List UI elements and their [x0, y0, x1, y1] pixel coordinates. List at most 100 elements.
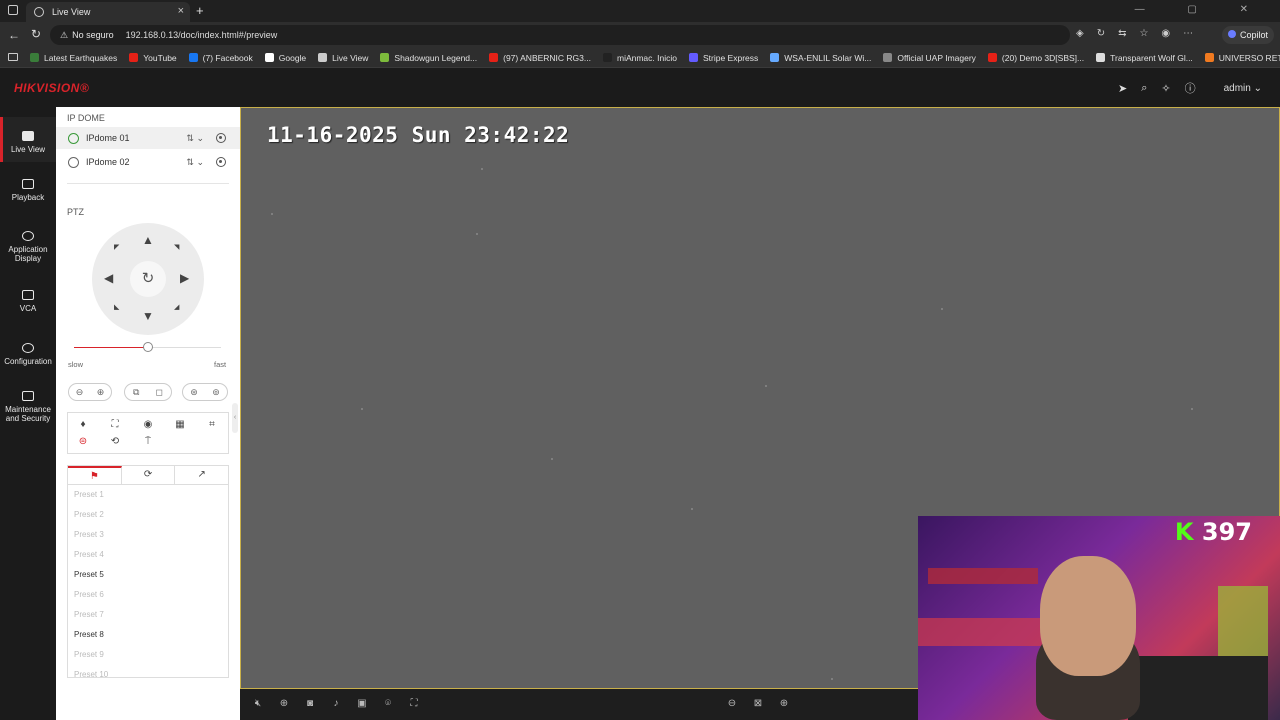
bookmark-item[interactable]: miAnmac. Inicio	[602, 53, 677, 63]
bookmark-item[interactable]: (7) Facebook	[188, 53, 253, 63]
capture-icon[interactable]: ◙	[304, 698, 316, 710]
bookmark-item[interactable]: (97) ANBERNIC RG3...	[489, 53, 591, 63]
next-icon[interactable]: ⊕	[778, 698, 790, 710]
tab-patterns[interactable]: ↗	[175, 466, 228, 484]
preset-item[interactable]: Preset 2	[68, 505, 228, 525]
video-noise-speck	[831, 678, 833, 680]
zoom-out-icon[interactable]: ⊖	[76, 387, 84, 398]
record-icon[interactable]	[216, 133, 226, 143]
speed-fast-label: fast	[214, 360, 227, 369]
previous-icon[interactable]: ⊖	[726, 698, 738, 710]
browser-toolbar-icons[interactable]: ◈↻⇆☆◉⋯	[1076, 28, 1206, 39]
user-name: admin	[1223, 82, 1251, 94]
bookmark-item[interactable]: Stripe Express	[688, 53, 758, 63]
nav-maintenance[interactable]: Maintenance and Security	[0, 391, 56, 423]
arrow-up-left-icon[interactable]: ◤	[114, 243, 119, 251]
digital-zoom-icon[interactable]: ⊕	[278, 698, 290, 710]
wiper-icon[interactable]: ◉	[142, 419, 154, 431]
browser-tab-live-view[interactable]: Live View ×	[26, 2, 190, 22]
arrow-down-icon[interactable]: ▼	[142, 309, 154, 323]
microphone-icon[interactable]: ♪	[330, 698, 342, 710]
video-noise-speck	[765, 385, 767, 387]
auto-scan-icon[interactable]: ↻	[130, 261, 166, 297]
nav-application-display[interactable]: Application Display	[0, 231, 56, 263]
bookmark-item[interactable]: YouTube	[129, 53, 177, 63]
preset-item[interactable]: Preset 9	[68, 645, 228, 665]
tab-patrols[interactable]: ⟳	[122, 466, 176, 484]
preset-item[interactable]: Preset 8	[68, 625, 228, 645]
light-icon[interactable]: ♦	[77, 419, 89, 431]
bookmarks-menu-icon[interactable]	[8, 53, 18, 61]
bookmark-item[interactable]: (20) Demo 3D[SBS]...	[987, 53, 1084, 63]
bookmark-item[interactable]: UNIVERSO RETRO...	[1204, 53, 1280, 63]
copilot-button[interactable]: Copilot	[1222, 26, 1275, 44]
user-menu[interactable]: admin ⌄	[1210, 83, 1262, 94]
audio-mute-icon[interactable]: 🔇︎	[252, 698, 264, 710]
menu-icon[interactable]: ⍑	[142, 436, 154, 448]
park-action-icon[interactable]: ⟲	[109, 436, 121, 448]
bookmark-item[interactable]: Shadowgun Legend...	[380, 53, 477, 63]
arrow-down-left-icon[interactable]: ◣	[114, 303, 119, 311]
iris-open-icon[interactable]: ⊛	[190, 387, 198, 398]
nav-live-view[interactable]: Live View	[0, 117, 56, 162]
nav-playback[interactable]: Playback	[0, 179, 56, 202]
panel-collapse-handle[interactable]: ‹	[232, 403, 238, 433]
bookmark-item[interactable]: Google	[264, 53, 306, 63]
bookmark-item[interactable]: WSA-ENLIL Solar Wi...	[770, 53, 871, 63]
focus-far-icon[interactable]: ◻	[155, 387, 162, 398]
preset-item[interactable]: Preset 1	[68, 485, 228, 505]
nav-configuration[interactable]: Configuration	[0, 343, 56, 366]
arrow-down-right-icon[interactable]: ◢	[174, 303, 179, 311]
arrow-right-icon[interactable]: ▶	[180, 271, 189, 285]
record-video-icon[interactable]: ▣	[356, 698, 368, 710]
tab-actions-icon[interactable]	[8, 5, 18, 15]
nav-vca[interactable]: VCA	[0, 290, 56, 313]
preset-item[interactable]: Preset 10	[68, 665, 228, 677]
regional-focus-icon[interactable]: ⌾	[382, 698, 394, 710]
bookmark-item[interactable]: Transparent Wolf Gl...	[1096, 53, 1193, 63]
preset-item[interactable]: Preset 3	[68, 525, 228, 545]
new-tab-button[interactable]: +	[196, 3, 204, 18]
record-icon[interactable]	[216, 157, 226, 167]
tab-close-icon[interactable]: ×	[178, 5, 184, 17]
arrow-left-icon[interactable]: ◀	[104, 271, 113, 285]
info-icon[interactable]: ⓘ	[1185, 80, 1196, 96]
hikvision-logo[interactable]: HIKVISION®	[14, 81, 89, 95]
bookmark-item[interactable]: Latest Earthquakes	[30, 53, 117, 63]
preset-item[interactable]: Preset 7	[68, 605, 228, 625]
tab-presets[interactable]: ⚑	[68, 466, 122, 484]
camera-row-2[interactable]: IPdome 02 ⇅ ⌄	[56, 151, 240, 173]
stream-switch-icon[interactable]: ⇅ ⌄	[186, 157, 204, 168]
arrow-up-right-icon[interactable]: ◥	[174, 243, 179, 251]
manual-tracking-icon[interactable]: ⊜	[77, 436, 89, 448]
bookmark-item[interactable]: Live View	[318, 53, 368, 63]
focus-area-icon[interactable]: ⛶	[109, 419, 121, 431]
webcam-person	[1040, 556, 1136, 676]
bookmark-item[interactable]: Official UAP Imagery	[883, 53, 976, 63]
preset-item[interactable]: Preset 5	[68, 565, 228, 585]
zoom-in-icon[interactable]: ⊕	[97, 387, 105, 398]
regional-exposure-icon[interactable]: ⛶	[408, 698, 420, 710]
speed-slider-thumb[interactable]	[143, 342, 153, 352]
iris-close-icon[interactable]: ⊚	[212, 387, 220, 398]
grid-icon[interactable]: ▦	[174, 419, 186, 431]
settings-icon[interactable]: ✧	[1161, 82, 1170, 95]
stop-all-icon[interactable]: ⊠	[752, 698, 764, 710]
preset-item[interactable]: Preset 6	[68, 585, 228, 605]
camera-row-1[interactable]: IPdome 01 ⇅ ⌄	[56, 127, 240, 149]
send-icon[interactable]: ➤	[1118, 82, 1127, 95]
url-field[interactable]: ⚠ No seguro 192.168.0.13/doc/index.html#…	[50, 25, 1070, 45]
focus-near-icon[interactable]: ⧉	[133, 387, 139, 398]
search-icon[interactable]: ⌕	[1141, 82, 1147, 95]
ptz-joystick[interactable]: ▲ ▼ ◀ ▶ ◤ ◥ ◣ ◢ ↻	[92, 223, 204, 335]
back-icon[interactable]: ←	[8, 28, 20, 42]
arrow-up-icon[interactable]: ▲	[142, 233, 154, 247]
divider	[67, 183, 229, 184]
preset-item[interactable]: Preset 4	[68, 545, 228, 565]
bookmark-favicon-icon	[770, 53, 780, 62]
3d-position-icon[interactable]: ⌗	[206, 419, 218, 431]
window-controls[interactable]: — ▢ ✕	[1135, 4, 1268, 15]
reload-icon[interactable]: ↻	[31, 27, 41, 41]
kick-logo: K	[1174, 518, 1194, 546]
stream-switch-icon[interactable]: ⇅ ⌄	[186, 133, 204, 144]
